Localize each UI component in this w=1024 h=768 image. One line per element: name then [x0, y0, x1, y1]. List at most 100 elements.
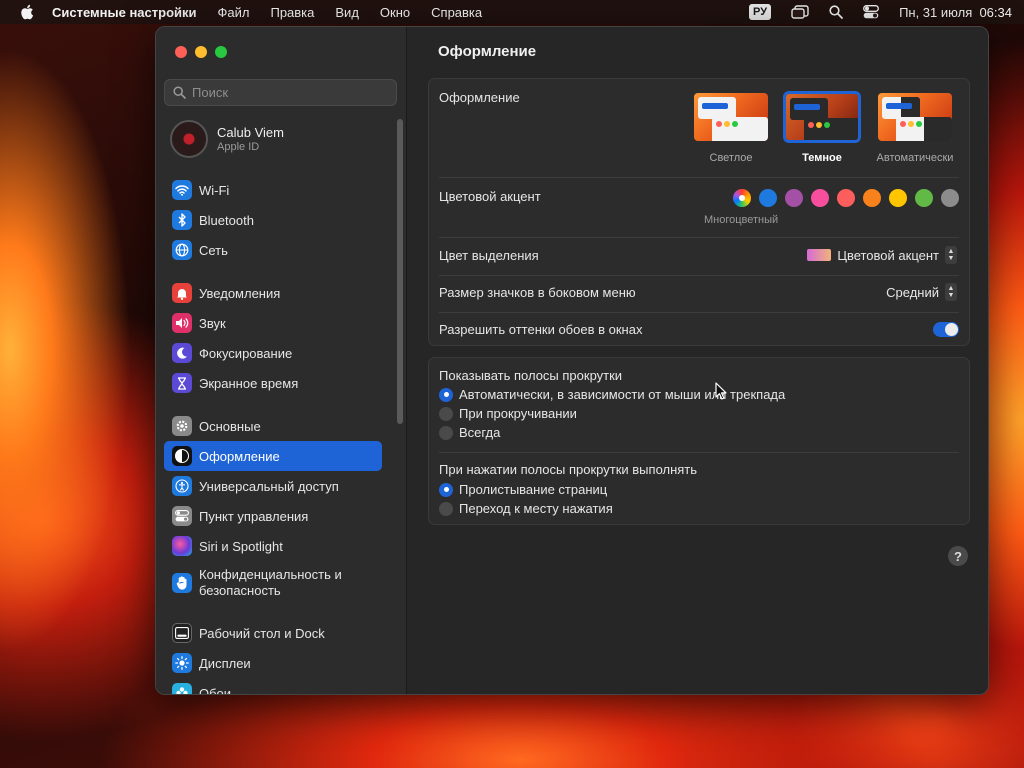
radio-label: Пролистывание страниц	[459, 482, 608, 497]
theme-option-dark[interactable]: Темное	[782, 91, 862, 164]
sidebar-item-label: Основные	[199, 418, 261, 434]
dock-icon	[172, 623, 192, 643]
menubar-clock[interactable]: Пн, 31 июля 06:34	[899, 5, 1012, 20]
highlight-swatch	[807, 249, 832, 261]
accent-orange[interactable]	[863, 189, 881, 207]
sidebar-item-focus[interactable]: Фокусирование	[164, 338, 382, 368]
minimize-button[interactable]	[195, 46, 207, 58]
close-button[interactable]	[175, 46, 187, 58]
search-input[interactable]: Поиск	[164, 79, 397, 106]
sidebar-item-accessibility[interactable]: Универсальный доступ	[164, 471, 382, 501]
sun-icon	[172, 653, 192, 673]
radio-button	[439, 501, 453, 516]
sidebar-item-desktop-dock[interactable]: Рабочий стол и Dock	[164, 618, 382, 648]
radio-label: Переход к месту нажатия	[459, 501, 613, 516]
mouse-cursor-icon	[715, 382, 727, 400]
sidebar-item-label: Wi-Fi	[199, 182, 230, 198]
theme-light-label: Светлое	[709, 152, 753, 164]
bell-icon	[172, 283, 192, 303]
input-source-badge[interactable]: РУ	[749, 4, 772, 20]
wallpaper-tinting-toggle[interactable]	[933, 322, 959, 337]
sidebar-item-screen-time[interactable]: Экранное время	[164, 368, 382, 398]
moon-icon	[172, 343, 192, 363]
sidebar-icon-size-label: Размер значков в боковом меню	[439, 285, 636, 300]
chevron-up-down-icon: ▲ ▼	[945, 283, 957, 301]
radio-button	[439, 482, 453, 497]
accent-green[interactable]	[915, 189, 933, 207]
theme-light-thumbnail	[692, 91, 770, 143]
accent-blue[interactable]	[759, 189, 777, 207]
radio-button	[439, 387, 453, 402]
appearance-icon	[172, 446, 192, 466]
sidebar-item-wifi[interactable]: Wi-Fi	[164, 175, 382, 205]
menu-bar: Системные настройки Файл Правка Вид Окно…	[0, 0, 1024, 24]
sidebar-item-bluetooth[interactable]: Bluetooth	[164, 205, 382, 235]
control-center-icon[interactable]	[863, 5, 880, 19]
radio-jump-next-page[interactable]: Пролистывание страниц	[439, 482, 607, 497]
help-button[interactable]: ?	[948, 546, 968, 566]
accent-graphite[interactable]	[941, 189, 959, 207]
search-placeholder: Поиск	[192, 85, 229, 100]
avatar	[170, 120, 208, 158]
appearance-settings-panel: Оформление Светлое Темное Автоматически …	[428, 78, 970, 346]
sidebar-scrollbar[interactable]	[397, 119, 403, 424]
menu-view[interactable]: Вид	[335, 5, 359, 20]
sidebar-item-network[interactable]: Сеть	[164, 235, 382, 265]
accent-color-label: Цветовой акцент	[439, 189, 541, 204]
sidebar: Поиск Calub Viem Apple ID Wi-Fi Bluetoot…	[156, 27, 407, 694]
appearance-label: Оформление	[439, 90, 520, 105]
zoom-button[interactable]	[215, 46, 227, 58]
sidebar-item-label: Универсальный доступ	[199, 478, 339, 494]
apple-id-profile[interactable]: Calub Viem Apple ID	[170, 120, 284, 158]
radio-scrollbars-always[interactable]: Всегда	[439, 425, 500, 440]
sidebar-item-label: Фокусирование	[199, 345, 293, 361]
accent-purple[interactable]	[785, 189, 803, 207]
theme-option-auto[interactable]: Автоматически	[875, 91, 955, 164]
sidebar-item-appearance[interactable]: Оформление	[164, 441, 382, 471]
menu-edit[interactable]: Правка	[270, 5, 314, 20]
sidebar-item-sound[interactable]: Звук	[164, 308, 382, 338]
menu-app-name[interactable]: Системные настройки	[52, 5, 197, 20]
sidebar-item-displays[interactable]: Дисплеи	[164, 648, 382, 678]
radio-jump-to-spot[interactable]: Переход к месту нажатия	[439, 501, 613, 516]
main-content: Оформление Оформление Светлое Темное Авт…	[408, 27, 988, 694]
stage-manager-icon[interactable]	[791, 5, 809, 19]
highlight-color-label: Цвет выделения	[439, 248, 539, 263]
window-controls	[175, 46, 227, 58]
highlight-color-popup[interactable]: Цветовой акцент ▲ ▼	[807, 246, 957, 264]
profile-name: Calub Viem	[217, 125, 284, 140]
sidebar-item-notifications[interactable]: Уведомления	[164, 278, 382, 308]
sidebar-item-wallpaper[interactable]: Обои	[164, 678, 382, 694]
accent-multicolor[interactable]	[733, 189, 751, 207]
network-globe-icon	[172, 240, 192, 260]
menu-file[interactable]: Файл	[218, 5, 250, 20]
accent-pink[interactable]	[811, 189, 829, 207]
sidebar-item-label: Siri и Spotlight	[199, 538, 283, 554]
radio-button	[439, 406, 453, 421]
sidebar-item-label: Конфиденциальность и безопасность	[199, 567, 342, 598]
gear-icon	[172, 416, 192, 436]
radio-scrollbars-automatic[interactable]: Автоматически, в зависимости от мыши или…	[439, 387, 785, 402]
sidebar-icon-size-popup[interactable]: Средний ▲ ▼	[886, 283, 957, 301]
sidebar-item-label: Уведомления	[199, 285, 281, 301]
radio-button	[439, 425, 453, 440]
menu-window[interactable]: Окно	[380, 5, 410, 20]
accent-yellow[interactable]	[889, 189, 907, 207]
bluetooth-icon	[172, 210, 192, 230]
sidebar-item-label: Дисплеи	[199, 655, 251, 671]
sidebar-item-control-center[interactable]: Пункт управления	[164, 501, 382, 531]
accent-red[interactable]	[837, 189, 855, 207]
sidebar-item-general[interactable]: Основные	[164, 411, 382, 441]
speaker-icon	[172, 313, 192, 333]
sidebar-item-siri-spotlight[interactable]: Siri и Spotlight	[164, 531, 382, 561]
theme-option-light[interactable]: Светлое	[691, 91, 771, 164]
scrollbar-settings-panel: Показывать полосы прокрутки Автоматическ…	[428, 357, 970, 525]
hand-icon	[172, 573, 192, 593]
menu-help[interactable]: Справка	[431, 5, 482, 20]
apple-logo-icon[interactable]	[20, 4, 34, 20]
spotlight-search-icon[interactable]	[829, 5, 843, 19]
radio-scrollbars-when-scrolling[interactable]: При прокручивании	[439, 406, 577, 421]
sidebar-item-privacy-security[interactable]: Конфиденциальность и безопасность	[164, 561, 382, 605]
wallpaper-icon	[172, 683, 192, 694]
highlight-color-value: Цветовой акцент	[837, 247, 939, 263]
